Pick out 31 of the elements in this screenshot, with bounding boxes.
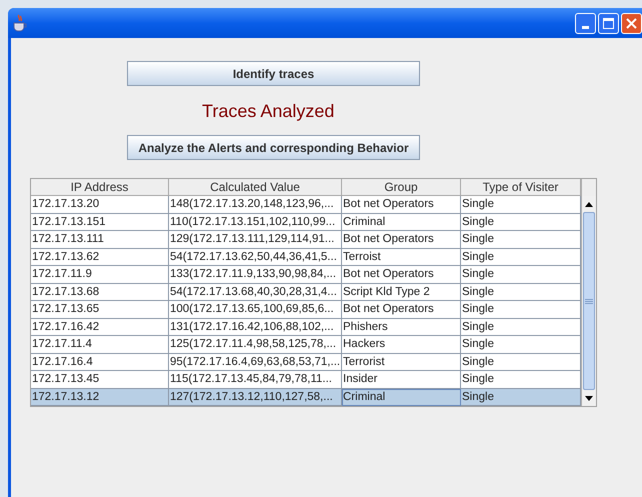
down-arrow-icon	[585, 396, 593, 400]
table-row[interactable]: 172.17.11.9 133(172.17.11.9,133,90,98,84,... Bot net Operators Single	[31, 266, 581, 284]
scrollbar[interactable]	[581, 179, 596, 406]
table-cell: 172.17.13.12	[31, 388, 169, 406]
table-row[interactable]: 172.17.13.20 148(172.17.13.20,148,123,96,... Bot net Operators Single	[31, 196, 581, 214]
maximize-button[interactable]	[598, 12, 619, 34]
grip-icon	[585, 298, 593, 304]
close-icon	[626, 18, 637, 28]
table-row[interactable]: 172.17.11.4 125(172.17.11.4,98,58,125,78,... Hackers Single	[31, 336, 581, 354]
up-arrow-icon	[585, 202, 593, 206]
table-row[interactable]: 172.17.13.68 54(172.17.13.68,40,30,28,31,4... Script Kld Type 2 Single	[31, 284, 581, 301]
table-row[interactable]: 172.17.13.65 100(172.17.13.65,100,69,85,6... Bot net Operators Single	[31, 301, 581, 318]
table-row[interactable]: 172.17.13.45 115(172.17.13.45,84,79,78,11... Insider Single	[31, 371, 581, 388]
table-row[interactable]: 172.17.13.111 129(172.17.13.111,129,114,91... Bot net Operators Single	[31, 231, 581, 248]
coffee-cup-icon	[12, 14, 28, 32]
table-cell: 127(172.17.13.12,110,127,58,...	[169, 388, 342, 406]
minimize-icon	[582, 26, 589, 28]
table-row[interactable]: 172.17.13.62 54(172.17.13.62,50,44,36,41,5... Terroist Single	[31, 248, 581, 266]
identify-traces-button[interactable]: Identify traces	[127, 61, 420, 86]
analyze-alerts-button[interactable]: Analyze the Alerts and corresponding Behavior	[127, 135, 420, 160]
table-row[interactable]: 172.17.13.12 127(172.17.13.12,110,127,58,... Criminal Single	[31, 388, 581, 406]
status-label: Traces Analyzed	[202, 100, 334, 123]
table-cell: Criminal	[342, 388, 461, 406]
close-button[interactable]	[621, 12, 642, 34]
maximize-icon	[603, 18, 614, 28]
scroll-thumb[interactable]	[583, 212, 595, 390]
table-row[interactable]: 172.17.13.151 110(172.17.13.151,102,110,99... Criminal Single	[31, 214, 581, 231]
table-cell: Insider	[342, 371, 461, 388]
table-row[interactable]: 172.17.16.42 131(172.17.16.42,106,88,102,... Phishers Single	[31, 318, 581, 336]
minimize-button[interactable]	[575, 12, 596, 34]
table-row[interactable]: 172.17.16.4 95(172.17.16.4,69,63,68,53,71,... Terrorist Single	[31, 354, 581, 371]
